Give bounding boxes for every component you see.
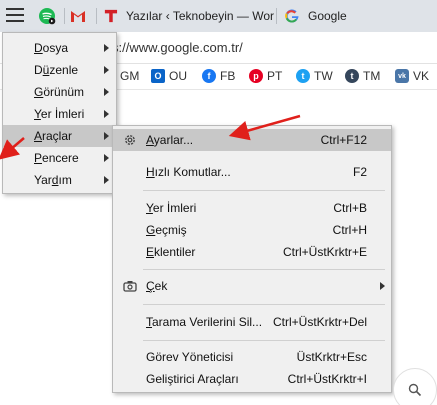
- menu-item-dosya[interactable]: Dosya: [3, 37, 116, 59]
- shortcut-label: Ctrl+B: [333, 201, 367, 215]
- search-icon: [408, 383, 422, 397]
- menu-separator: [143, 340, 385, 341]
- shortcut-label: Ctrl+ÜstKrktr+I: [287, 372, 367, 386]
- main-menu: Dosya Düzenle Görünüm Yer İmleri Araçlar…: [2, 32, 117, 194]
- bookmark-label: TM: [363, 69, 381, 83]
- google-icon: [285, 9, 299, 23]
- shortcut-label: Ctrl+ÜstKrktr+E: [282, 245, 367, 259]
- submenu-arrow-icon: [104, 110, 109, 118]
- menu-item-label: Yardım: [34, 173, 72, 187]
- menu-item-label: Araçlar: [34, 129, 73, 143]
- menu-item-task-manager[interactable]: Görev Yöneticisi ÜstKrktr+Esc: [113, 346, 391, 368]
- menu-item-label: Eklentiler: [146, 245, 196, 259]
- bookmark-label: OU: [169, 69, 187, 83]
- menu-item-dev-tools[interactable]: Geliştirici Araçları Ctrl+ÜstKrktr+I: [113, 368, 391, 390]
- tools-submenu: Ayarlar... Ctrl+F12 Hızlı Komutlar... F2…: [112, 125, 392, 393]
- bookmark-label: VK: [413, 69, 430, 83]
- bookmark-pt[interactable]: p PT: [249, 69, 282, 83]
- tab-spotify[interactable]: [38, 0, 62, 32]
- menu-separator: [143, 269, 385, 270]
- bookmark-vk[interactable]: vk VK: [395, 69, 429, 83]
- menu-item-yer-imleri[interactable]: Yer İmleri: [3, 103, 116, 125]
- tab-gmail[interactable]: [70, 0, 92, 32]
- menu-item-clear-data[interactable]: Tarama Verilerini Sil... Ctrl+ÜstKrktr+D…: [113, 311, 391, 333]
- tab-bar: Yazılar ‹ Teknobeyin — Wor Google: [0, 0, 437, 32]
- menu-item-label: Tarama Verilerini Sil...: [146, 315, 263, 329]
- search-button[interactable]: [393, 368, 437, 405]
- teknobeyin-icon: [104, 9, 118, 23]
- submenu-arrow-icon: [104, 88, 109, 96]
- shortcut-label: Ctrl+F12: [320, 133, 367, 147]
- url-field[interactable]: s://www.google.com.tr/: [112, 40, 243, 55]
- vk-icon: vk: [395, 69, 409, 83]
- menu-item-label: Görünüm: [34, 85, 85, 99]
- submenu-arrow-icon: [104, 66, 109, 74]
- menu-icon[interactable]: [6, 8, 24, 24]
- gear-icon: [125, 135, 135, 145]
- menu-item-label: Yer İmleri: [34, 107, 85, 121]
- bookmark-label: FB: [220, 69, 236, 83]
- tumblr-icon: t: [345, 69, 359, 83]
- menu-item-label: Yer İmleri: [146, 201, 197, 215]
- bookmark-tm[interactable]: t TM: [345, 69, 380, 83]
- tab-teknobeyin[interactable]: Yazılar ‹ Teknobeyin — Wor: [104, 0, 274, 32]
- tab-title: Google: [308, 9, 347, 23]
- menu-item-label: Ayarlar...: [146, 133, 194, 147]
- tab-google[interactable]: Google: [284, 0, 384, 32]
- menu-separator: [143, 304, 385, 305]
- pinterest-icon: p: [249, 69, 263, 83]
- bookmark-fb[interactable]: f FB: [202, 69, 235, 83]
- menu-item-pencere[interactable]: Pencere: [3, 147, 116, 169]
- menu-item-duzenle[interactable]: Düzenle: [3, 59, 116, 81]
- submenu-arrow-icon: [104, 44, 109, 52]
- menu-item-capture[interactable]: Çek: [113, 275, 391, 297]
- bookmark-gm[interactable]: GM: [120, 69, 139, 83]
- bookmark-label: TW: [314, 69, 333, 83]
- twitter-icon: t: [296, 69, 310, 83]
- menu-item-history[interactable]: Geçmiş Ctrl+H: [113, 219, 391, 241]
- gmail-icon: [71, 11, 85, 22]
- bookmark-label: PT: [267, 69, 283, 83]
- menu-item-label: Pencere: [34, 151, 79, 165]
- menu-item-label: Geçmiş: [146, 223, 187, 237]
- menu-item-bookmarks[interactable]: Yer İmleri Ctrl+B: [113, 197, 391, 219]
- menu-item-gorunum[interactable]: Görünüm: [3, 81, 116, 103]
- outlook-icon: O: [151, 69, 165, 83]
- facebook-icon: f: [202, 69, 216, 83]
- menu-item-yardim[interactable]: Yardım: [3, 169, 116, 191]
- menu-item-label: Hızlı Komutlar...: [146, 165, 231, 179]
- shortcut-label: F2: [352, 165, 367, 179]
- menu-separator: [143, 190, 385, 191]
- menu-item-extensions[interactable]: Eklentiler Ctrl+ÜstKrktr+E: [113, 241, 391, 263]
- menu-item-label: Çek: [146, 279, 168, 293]
- shortcut-label: ÜstKrktr+Esc: [296, 350, 367, 364]
- menu-item-araclar[interactable]: Araçlar: [3, 125, 116, 147]
- menu-item-label: Görev Yöneticisi: [146, 350, 234, 364]
- submenu-arrow-icon: [104, 176, 109, 184]
- menu-item-settings[interactable]: Ayarlar... Ctrl+F12: [113, 129, 391, 151]
- submenu-arrow-icon: [104, 132, 109, 140]
- menu-item-label: Geliştirici Araçları: [146, 372, 239, 386]
- shortcut-label: Ctrl+ÜstKrktr+Del: [272, 315, 367, 329]
- menu-item-label: Düzenle: [34, 63, 79, 77]
- shortcut-label: Ctrl+H: [332, 223, 367, 237]
- spotify-icon: [39, 8, 56, 25]
- camera-icon: [123, 281, 137, 292]
- submenu-arrow-icon: [104, 154, 109, 162]
- tab-title: Yazılar ‹ Teknobeyin — Wor: [125, 9, 274, 23]
- menu-item-quick-commands[interactable]: Hızlı Komutlar... F2: [113, 161, 391, 183]
- bookmark-label: GM: [120, 69, 140, 83]
- bookmark-ou[interactable]: O OU: [151, 69, 187, 83]
- submenu-arrow-icon: [380, 282, 385, 290]
- menu-item-label: Dosya: [34, 41, 69, 55]
- bookmark-tw[interactable]: t TW: [296, 69, 333, 83]
